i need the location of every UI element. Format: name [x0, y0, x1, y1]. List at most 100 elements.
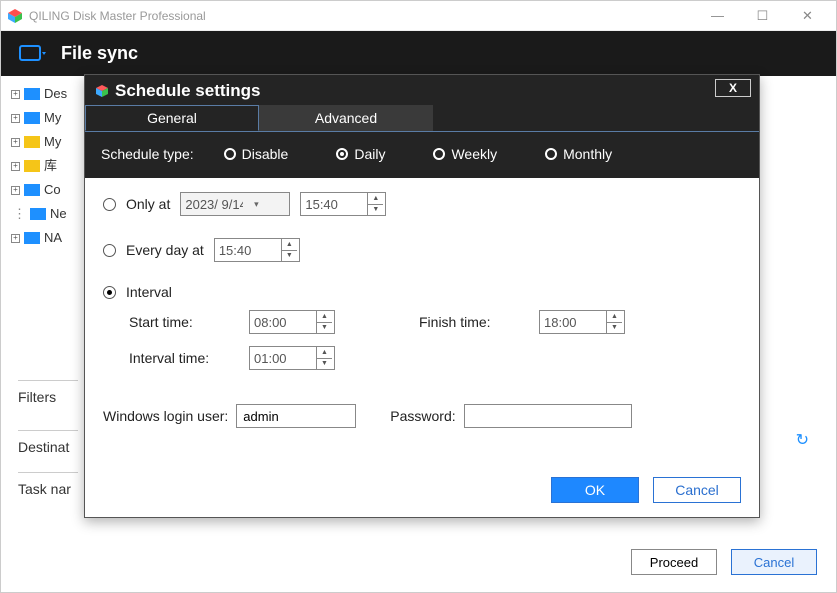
monitor-icon — [24, 184, 40, 196]
radio-only-at[interactable] — [103, 198, 116, 211]
tree-label: My — [44, 130, 61, 154]
spin-down-icon[interactable]: ▼ — [607, 323, 622, 334]
expand-icon[interactable]: + — [11, 162, 20, 171]
dialog-header: Schedule settings X General Advanced Sch… — [85, 75, 759, 178]
spin-up-icon[interactable]: ▲ — [317, 311, 332, 323]
only-at-date-picker[interactable]: ▾ — [180, 192, 290, 216]
interval-time-label: Interval time: — [129, 350, 249, 366]
dialog-body: Only at ▾ ▲▼ Every day at ▲▼ Interval — [85, 178, 759, 467]
folder-icon — [24, 160, 40, 172]
radio-dot — [545, 148, 557, 160]
only-at-date-input[interactable] — [181, 197, 247, 212]
interval-time-input[interactable] — [250, 351, 316, 366]
cancel-button[interactable]: Cancel — [731, 549, 817, 575]
interval-time-spinner[interactable]: ▲▼ — [249, 346, 335, 370]
tree-label: Ne — [50, 202, 67, 226]
dialog-close-button[interactable]: X — [715, 79, 751, 97]
radio-dot — [224, 148, 236, 160]
every-day-time-input[interactable] — [215, 243, 281, 258]
spin-down-icon[interactable]: ▼ — [282, 251, 297, 262]
destination-label: Destinat — [18, 430, 78, 455]
tree-label: Co — [44, 178, 61, 202]
dialog-footer: OK Cancel — [85, 467, 759, 517]
dialog-cancel-button[interactable]: Cancel — [653, 477, 741, 503]
spinner-buttons[interactable]: ▲▼ — [606, 311, 622, 333]
radio-dot — [336, 148, 348, 160]
spin-down-icon[interactable]: ▼ — [317, 359, 332, 370]
dialog-tabs: General Advanced — [85, 105, 759, 132]
radio-disable[interactable]: Disable — [224, 146, 289, 162]
spinner-buttons[interactable]: ▲▼ — [316, 311, 332, 333]
spin-up-icon[interactable]: ▲ — [368, 193, 383, 205]
radio-dot — [433, 148, 445, 160]
radio-daily[interactable]: Daily — [336, 146, 385, 162]
sync-icon — [19, 43, 47, 65]
expand-icon[interactable]: + — [11, 90, 20, 99]
spinner-buttons[interactable]: ▲▼ — [367, 193, 383, 215]
refresh-icon[interactable]: ↻ — [796, 430, 809, 450]
start-time-input[interactable] — [250, 315, 316, 330]
schedule-type-radios: Disable Daily Weekly Monthly — [224, 146, 613, 162]
page-title: File sync — [61, 43, 138, 64]
option-interval: Interval — [103, 284, 741, 300]
expand-icon[interactable]: + — [11, 114, 20, 123]
proceed-button[interactable]: Proceed — [631, 549, 717, 575]
every-day-time-spinner[interactable]: ▲▼ — [214, 238, 300, 262]
radio-every-day[interactable] — [103, 244, 116, 257]
app-logo-icon — [7, 8, 23, 24]
radio-label: Weekly — [451, 146, 497, 162]
radio-label: Monthly — [563, 146, 612, 162]
finish-time-spinner[interactable]: ▲▼ — [539, 310, 625, 334]
maximize-button[interactable]: ☐ — [740, 2, 785, 30]
spin-up-icon[interactable]: ▲ — [607, 311, 622, 323]
login-user-label: Windows login user: — [103, 408, 228, 424]
spinner-buttons[interactable]: ▲▼ — [281, 239, 297, 261]
window-controls: — ☐ ✕ — [695, 2, 830, 30]
close-button[interactable]: ✕ — [785, 2, 830, 30]
start-time-label: Start time: — [129, 314, 249, 330]
only-at-label: Only at — [126, 196, 170, 212]
interval-grid: Start time: ▲▼ Finish time: ▲▼ Interval … — [129, 310, 741, 370]
cloud-icon — [30, 208, 46, 220]
only-at-time-input[interactable] — [301, 197, 367, 212]
tab-general[interactable]: General — [85, 105, 259, 131]
window-title: QILING Disk Master Professional — [29, 9, 695, 23]
folder-icon — [24, 112, 40, 124]
spin-down-icon[interactable]: ▼ — [317, 323, 332, 334]
dialog-logo-icon — [95, 84, 109, 98]
ok-button[interactable]: OK — [551, 477, 639, 503]
tree-label: NA — [44, 226, 62, 250]
option-every-day: Every day at ▲▼ — [103, 238, 741, 262]
spin-down-icon[interactable]: ▼ — [368, 205, 383, 216]
password-input[interactable] — [464, 404, 632, 428]
credentials-row: Windows login user: Password: — [103, 404, 741, 428]
desktop-icon — [24, 88, 40, 100]
tree-label: My — [44, 106, 61, 130]
cloud-icon — [24, 232, 40, 244]
only-at-time-spinner[interactable]: ▲▼ — [300, 192, 386, 216]
expand-icon[interactable]: + — [11, 234, 20, 243]
password-label: Password: — [390, 408, 455, 424]
filters-label: Filters — [18, 380, 78, 405]
minimize-button[interactable]: — — [695, 2, 740, 30]
radio-label: Disable — [242, 146, 289, 162]
tab-advanced[interactable]: Advanced — [259, 105, 433, 131]
spin-up-icon[interactable]: ▲ — [282, 239, 297, 251]
tree-connector: ⋮ — [13, 202, 26, 226]
star-icon — [24, 136, 40, 148]
finish-time-input[interactable] — [540, 315, 606, 330]
spin-up-icon[interactable]: ▲ — [317, 347, 332, 359]
schedule-type-row: Schedule type: Disable Daily Weekly Mont… — [85, 132, 759, 178]
tree-label: 库 — [44, 154, 57, 178]
start-time-spinner[interactable]: ▲▼ — [249, 310, 335, 334]
radio-monthly[interactable]: Monthly — [545, 146, 612, 162]
expand-icon[interactable]: + — [11, 186, 20, 195]
radio-interval[interactable] — [103, 286, 116, 299]
schedule-settings-dialog: Schedule settings X General Advanced Sch… — [84, 74, 760, 518]
radio-weekly[interactable]: Weekly — [433, 146, 497, 162]
bottom-bar: Proceed Cancel — [631, 549, 817, 575]
dialog-title: Schedule settings — [115, 81, 749, 101]
login-user-input[interactable] — [236, 404, 356, 428]
expand-icon[interactable]: + — [11, 138, 20, 147]
spinner-buttons[interactable]: ▲▼ — [316, 347, 332, 369]
